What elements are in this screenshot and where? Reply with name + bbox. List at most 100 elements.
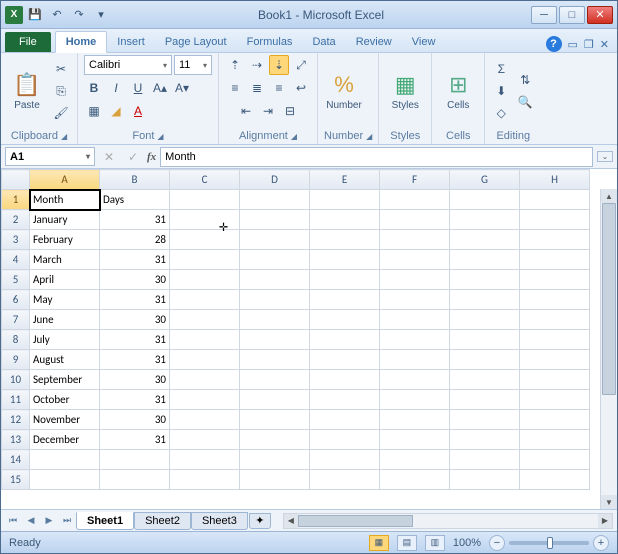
fill-color-button[interactable]: ◢ (106, 101, 126, 121)
row-header[interactable]: 3 (2, 230, 30, 250)
align-bottom-button[interactable]: ⇣ (269, 55, 289, 75)
cell-A1[interactable]: Month (30, 190, 100, 210)
sort-filter-button[interactable]: ⇅ (515, 70, 535, 90)
row-header[interactable]: 12 (2, 410, 30, 430)
align-middle-button[interactable]: ⇢ (247, 55, 267, 75)
cell-B4[interactable]: 31 (100, 250, 170, 270)
tab-pagelayout[interactable]: Page Layout (155, 32, 237, 52)
cell-B10[interactable]: 30 (100, 370, 170, 390)
help-icon[interactable]: ? (546, 36, 562, 52)
zoom-slider-knob[interactable] (547, 537, 553, 549)
cell-B5[interactable]: 30 (100, 270, 170, 290)
col-header-G[interactable]: G (450, 170, 520, 190)
enter-formula-button[interactable]: ✓ (123, 147, 143, 167)
restore-workbook-button[interactable]: ❐ (584, 38, 594, 51)
align-center-button[interactable]: ≣ (247, 78, 267, 98)
new-sheet-button[interactable]: ✦ (249, 513, 271, 529)
cell-A11[interactable]: October (30, 390, 100, 410)
tab-file[interactable]: File (5, 32, 51, 52)
row-header[interactable]: 15 (2, 470, 30, 490)
tab-data[interactable]: Data (302, 32, 345, 52)
next-sheet-button[interactable]: ▶ (41, 513, 57, 529)
close-button[interactable]: ✕ (587, 6, 613, 24)
cell-A13[interactable]: December (30, 430, 100, 450)
cell-A2[interactable]: January (30, 210, 100, 230)
cell-B9[interactable]: 31 (100, 350, 170, 370)
vertical-scrollbar[interactable]: ▲ ▼ (600, 189, 617, 509)
paste-button[interactable]: 📋 Paste (7, 70, 47, 113)
tab-formulas[interactable]: Formulas (237, 32, 303, 52)
tab-review[interactable]: Review (346, 32, 402, 52)
row-header[interactable]: 13 (2, 430, 30, 450)
number-format-button[interactable]: % Number (324, 70, 364, 113)
increase-font-button[interactable]: A▴ (150, 78, 170, 98)
cell-B7[interactable]: 30 (100, 310, 170, 330)
cell-A5[interactable]: April (30, 270, 100, 290)
row-header[interactable]: 8 (2, 330, 30, 350)
bold-button[interactable]: B (84, 78, 104, 98)
wrap-text-button[interactable]: ↩ (291, 78, 311, 98)
cell-B8[interactable]: 31 (100, 330, 170, 350)
col-header-C[interactable]: C (170, 170, 240, 190)
format-painter-button[interactable]: 🖌 (51, 103, 71, 123)
number-launcher[interactable]: ◢ (366, 132, 372, 141)
sheet-tab-2[interactable]: Sheet2 (134, 512, 191, 530)
cut-button[interactable]: ✂ (51, 59, 71, 79)
decrease-indent-button[interactable]: ⇤ (236, 101, 256, 121)
cell-A6[interactable]: May (30, 290, 100, 310)
alignment-launcher[interactable]: ◢ (291, 132, 297, 141)
row-header[interactable]: 2 (2, 210, 30, 230)
grid[interactable]: A B C D E F G H 1MonthDays 2January31 3F… (1, 169, 617, 509)
vscroll-thumb[interactable] (602, 203, 616, 395)
save-button[interactable]: 💾 (25, 5, 45, 25)
undo-button[interactable]: ↶ (47, 5, 67, 25)
hscroll-thumb[interactable] (298, 515, 413, 527)
font-launcher[interactable]: ◢ (157, 132, 163, 141)
cell-A8[interactable]: July (30, 330, 100, 350)
cell-A7[interactable]: June (30, 310, 100, 330)
last-sheet-button[interactable]: ⏭ (59, 513, 75, 529)
borders-button[interactable]: ▦ (84, 101, 104, 121)
font-name-combo[interactable]: Calibri▾ (84, 55, 172, 75)
increase-indent-button[interactable]: ⇥ (258, 101, 278, 121)
normal-view-button[interactable]: ▦ (369, 535, 389, 551)
scroll-down-button[interactable]: ▼ (601, 495, 617, 509)
minimize-button[interactable]: ─ (531, 6, 557, 24)
align-right-button[interactable]: ≡ (269, 78, 289, 98)
zoom-slider[interactable] (509, 541, 589, 545)
row-header[interactable]: 9 (2, 350, 30, 370)
row-header[interactable]: 6 (2, 290, 30, 310)
align-top-button[interactable]: ⇡ (225, 55, 245, 75)
row-header[interactable]: 14 (2, 450, 30, 470)
col-header-F[interactable]: F (380, 170, 450, 190)
clear-button[interactable]: ◇ (491, 103, 511, 123)
cells-button[interactable]: ⊞ Cells (438, 70, 478, 113)
decrease-font-button[interactable]: A▾ (172, 78, 192, 98)
scroll-right-button[interactable]: ▶ (598, 514, 612, 528)
sheet-tab-1[interactable]: Sheet1 (76, 512, 134, 530)
cell-A3[interactable]: February (30, 230, 100, 250)
font-color-button[interactable]: A (128, 101, 148, 121)
row-header[interactable]: 10 (2, 370, 30, 390)
cell-B1[interactable]: Days (100, 190, 170, 210)
row-header[interactable]: 1 (2, 190, 30, 210)
scroll-up-button[interactable]: ▲ (601, 189, 617, 203)
cancel-formula-button[interactable]: ✕ (99, 147, 119, 167)
horizontal-scrollbar[interactable]: ◀ ▶ (283, 513, 613, 529)
col-header-D[interactable]: D (240, 170, 310, 190)
cell-B12[interactable]: 30 (100, 410, 170, 430)
row-header[interactable]: 5 (2, 270, 30, 290)
col-header-E[interactable]: E (310, 170, 380, 190)
fill-button[interactable]: ⬇ (491, 81, 511, 101)
page-break-view-button[interactable]: ▥ (425, 535, 445, 551)
page-layout-view-button[interactable]: ▤ (397, 535, 417, 551)
find-select-button[interactable]: 🔍 (515, 92, 535, 112)
zoom-level[interactable]: 100% (453, 537, 481, 549)
cell-B11[interactable]: 31 (100, 390, 170, 410)
name-box[interactable]: A1▾ (5, 147, 95, 166)
zoom-out-button[interactable]: − (489, 535, 505, 551)
cell-B2[interactable]: 31 (100, 210, 170, 230)
cell-A10[interactable]: September (30, 370, 100, 390)
orientation-button[interactable]: ⤢ (291, 55, 311, 75)
close-workbook-button[interactable]: ✕ (600, 38, 609, 51)
